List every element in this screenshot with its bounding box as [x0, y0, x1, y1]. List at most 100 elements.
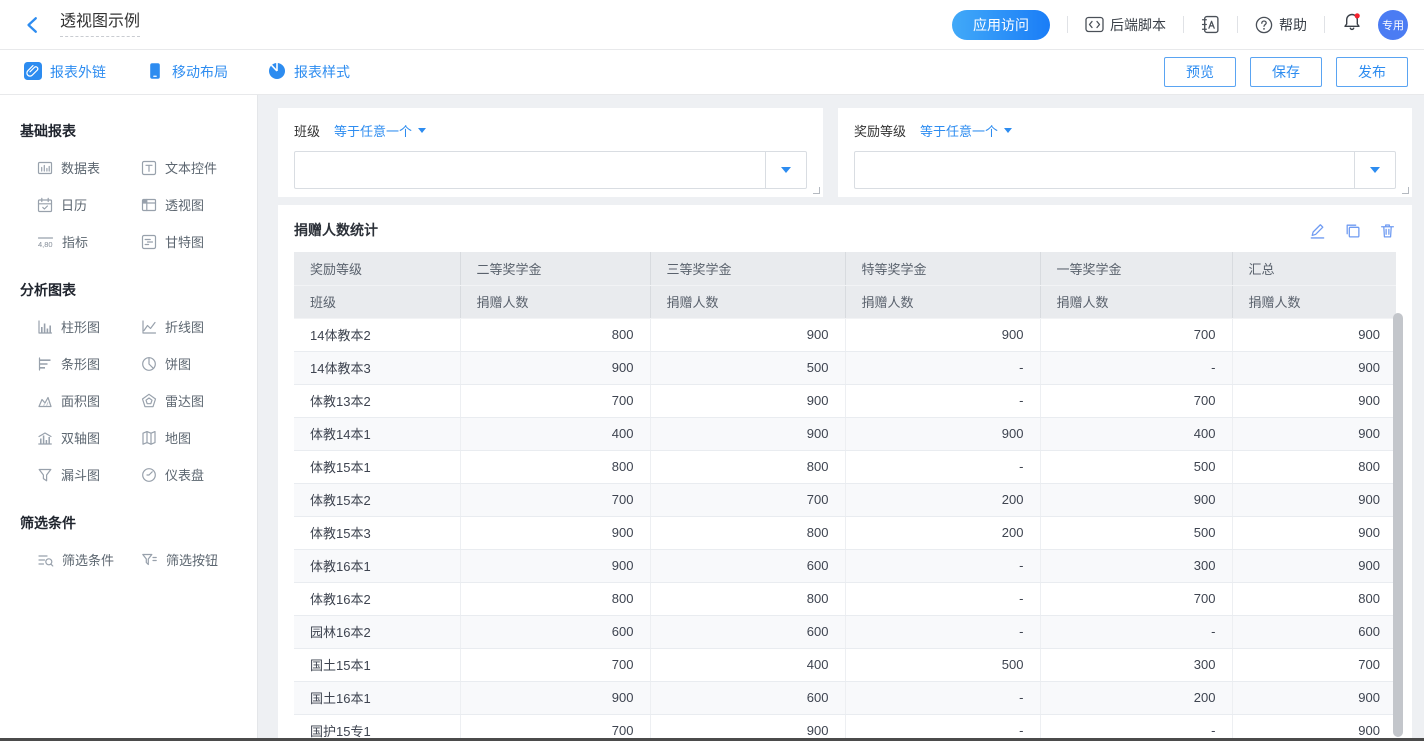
vertical-scrollbar[interactable]	[1393, 313, 1403, 737]
sidebar-item-funnel-chart[interactable]: 漏斗图	[37, 465, 141, 484]
sidebar-item-dual-axis-chart[interactable]: 双轴图	[37, 428, 141, 447]
sidebar-item-label: 双轴图	[61, 428, 100, 447]
cell-value: 900	[460, 351, 650, 384]
text-control-icon	[141, 160, 157, 176]
gantt-icon	[141, 234, 157, 250]
filter-operator-dropdown[interactable]: 等于任意一个	[920, 121, 1012, 140]
preview-button[interactable]: 预览	[1164, 57, 1236, 87]
sidebar-item-gauge[interactable]: 仪表盘	[141, 465, 257, 484]
filter-operator-label: 等于任意一个	[334, 121, 412, 140]
publish-button[interactable]: 发布	[1336, 57, 1408, 87]
backend-script-button[interactable]: 后端脚本	[1085, 15, 1166, 35]
trash-icon-button[interactable]	[1379, 222, 1396, 239]
save-button[interactable]: 保存	[1250, 57, 1322, 87]
toolbar-link-report-style[interactable]: 报表样式	[268, 62, 350, 83]
avatar[interactable]: 专用	[1378, 10, 1408, 40]
table-row: 体教15本1800800-500800	[294, 450, 1396, 483]
contacts-button[interactable]	[1201, 15, 1220, 34]
filter-value-select[interactable]	[854, 151, 1396, 189]
sidebar-item-label: 仪表盘	[165, 465, 204, 484]
toolbar-link-report-external-link[interactable]: 报表外链	[24, 62, 106, 83]
pivot-table: 奖励等级二等奖学金三等奖学金特等奖学金一等奖学金汇总班级捐赠人数捐赠人数捐赠人数…	[294, 252, 1396, 741]
pivot-column-header[interactable]: 二等奖学金	[460, 252, 650, 285]
table-row: 14体教本2800900900700900	[294, 318, 1396, 351]
cell-value: -	[845, 384, 1040, 417]
cell-value: 500	[1040, 450, 1232, 483]
cell-value: 900	[1232, 384, 1396, 417]
app-access-button[interactable]: 应用访问	[952, 10, 1050, 40]
cell-value: 900	[1040, 483, 1232, 516]
cell-value: 900	[845, 318, 1040, 351]
sidebar-item-calendar[interactable]: 日历	[37, 195, 141, 214]
chevron-down-icon	[781, 167, 791, 173]
divider	[1237, 16, 1238, 33]
pie-icon	[268, 62, 286, 83]
chevron-down-icon	[418, 128, 426, 133]
sidebar-item-gantt[interactable]: 甘特图	[141, 232, 257, 251]
pivot-icon	[141, 197, 157, 213]
sidebar-item-area-chart[interactable]: 面积图	[37, 391, 141, 410]
cell-value: 900	[650, 714, 845, 741]
select-caret-zone[interactable]	[1354, 152, 1395, 188]
help-button[interactable]: 帮助	[1255, 15, 1307, 35]
sidebar-item-radar-chart[interactable]: 雷达图	[141, 391, 257, 410]
sidebar-item-label: 指标	[62, 232, 88, 251]
pivot-column-header[interactable]: 特等奖学金	[845, 252, 1040, 285]
sidebar-item-filter-condition[interactable]: 筛选条件	[37, 550, 141, 569]
chevron-down-icon	[1370, 167, 1380, 173]
notification-button[interactable]	[1342, 12, 1362, 37]
cell-value: 900	[1232, 351, 1396, 384]
divider	[1183, 16, 1184, 33]
toolbar-link-mobile-layout[interactable]: 移动布局	[146, 62, 228, 83]
row-class-name: 体教15本2	[294, 483, 460, 516]
row-class-name: 体教13本2	[294, 384, 460, 417]
row-class-name: 园林16本2	[294, 615, 460, 648]
sidebar-item-label: 地图	[165, 428, 191, 447]
resize-handle[interactable]	[813, 187, 820, 194]
pie-chart-icon	[141, 356, 157, 372]
sidebar-item-bar-chart[interactable]: 条形图	[37, 354, 141, 373]
sidebar-item-indicator[interactable]: 4,80指标	[37, 232, 141, 251]
table-row: 体教16本2800800-700800	[294, 582, 1396, 615]
contacts-icon	[1201, 15, 1220, 34]
cell-value: 500	[650, 351, 845, 384]
pivot-column-header[interactable]: 汇总	[1232, 252, 1396, 285]
table-row: 体教16本1900600-300900	[294, 549, 1396, 582]
sidebar-item-column-chart[interactable]: 柱形图	[37, 317, 141, 336]
gauge-icon	[141, 467, 157, 483]
pivot-column-header[interactable]: 三等奖学金	[650, 252, 845, 285]
filter-operator-dropdown[interactable]: 等于任意一个	[334, 121, 426, 140]
cell-value: 900	[650, 318, 845, 351]
sidebar-item-line-chart[interactable]: 折线图	[141, 317, 257, 336]
resize-handle[interactable]	[1402, 187, 1409, 194]
sidebar-section-title: 筛选条件	[20, 513, 257, 533]
sidebar-item-data-table[interactable]: 数据表	[37, 158, 141, 177]
filter-value-select[interactable]	[294, 151, 807, 189]
row-class-name: 国土16本1	[294, 681, 460, 714]
dual-axis-icon	[37, 430, 53, 446]
pivot-row-dimension-header[interactable]: 班级	[294, 285, 460, 318]
cell-value: 900	[650, 384, 845, 417]
table-row: 体教13本2700900-700900	[294, 384, 1396, 417]
chevron-down-icon	[1004, 128, 1012, 133]
sidebar-item-pivot[interactable]: 透视图	[141, 195, 257, 214]
sidebar-item-filter-button[interactable]: 筛选按钮	[141, 550, 257, 569]
cell-value: 800	[650, 516, 845, 549]
sidebar-item-label: 柱形图	[61, 317, 100, 336]
cell-value: 300	[1040, 648, 1232, 681]
sidebar-item-map[interactable]: 地图	[141, 428, 257, 447]
page-title[interactable]: 透视图示例	[60, 12, 140, 37]
row-class-name: 体教15本3	[294, 516, 460, 549]
sidebar: 基础报表数据表文本控件日历透视图4,80指标甘特图分析图表柱形图折线图条形图饼图…	[0, 95, 258, 741]
sidebar-item-text-control[interactable]: 文本控件	[141, 158, 257, 177]
back-icon[interactable]	[24, 15, 44, 35]
row-class-name: 14体教本2	[294, 318, 460, 351]
toolbar-link-label: 报表外链	[50, 62, 106, 82]
cell-value: -	[1040, 351, 1232, 384]
select-caret-zone[interactable]	[765, 152, 806, 188]
edit-button[interactable]	[1309, 222, 1326, 239]
copy-button[interactable]	[1344, 222, 1361, 239]
pivot-column-header[interactable]: 一等奖学金	[1040, 252, 1232, 285]
sidebar-item-pie-chart[interactable]: 饼图	[141, 354, 257, 373]
cell-value: 600	[1232, 615, 1396, 648]
